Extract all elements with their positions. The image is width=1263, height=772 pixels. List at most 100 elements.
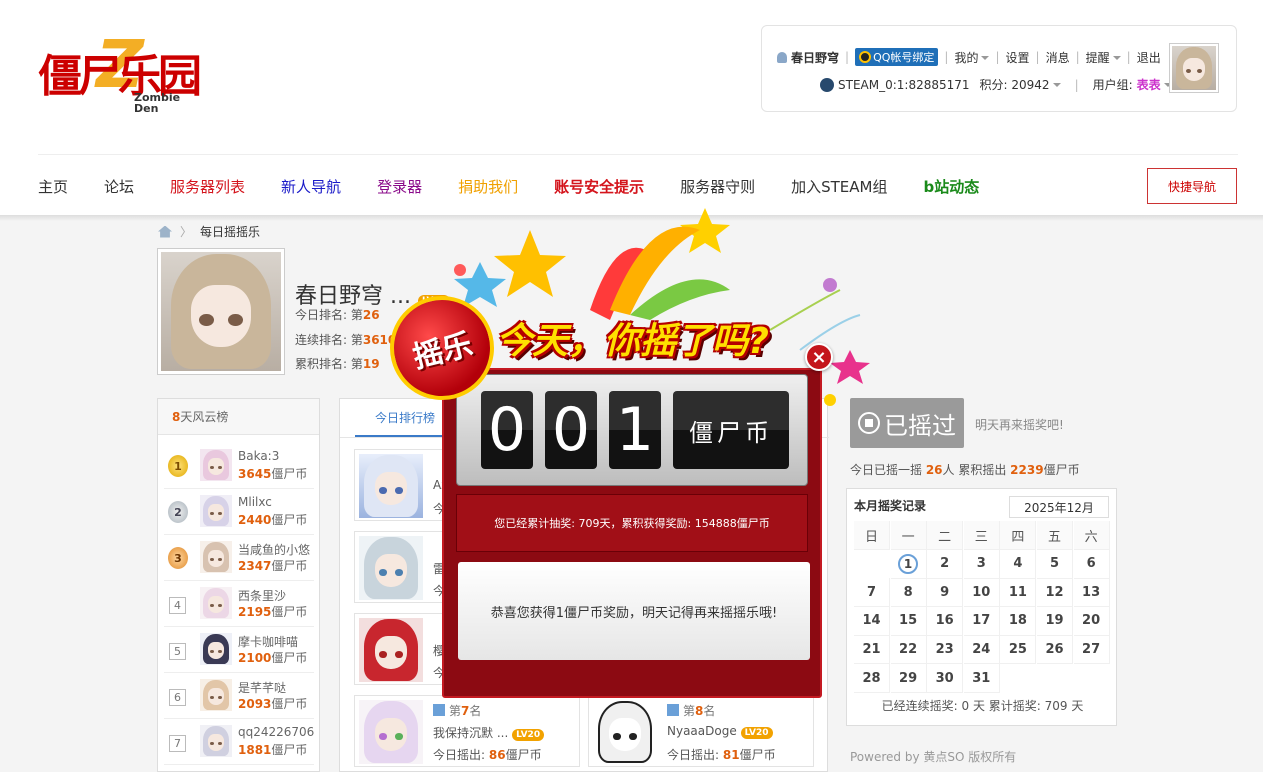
leaderboard-row[interactable]: 7 qq24226706 1881僵尸币: [164, 719, 314, 765]
nav-server-rules[interactable]: 服务器守则: [680, 176, 755, 197]
username-link[interactable]: 春日野穹: [791, 49, 839, 66]
qq-bind-button[interactable]: QQ帐号绑定: [855, 48, 939, 66]
avatar[interactable]: [200, 725, 232, 757]
ranking-card[interactable]: 第7名 我保持沉默 ... LV20 今日摇出: 86僵尸币: [354, 695, 580, 767]
divider: [38, 154, 1238, 155]
calendar-day: 25: [1000, 635, 1037, 665]
leaderboard-title: 8天风云榜: [158, 399, 319, 435]
rank-number: 7: [169, 735, 186, 752]
cumulative-summary: 您已经累计抽奖: 709天，累积获得奖励: 154888僵尸币: [456, 494, 808, 552]
menu-messages[interactable]: 消息: [1046, 49, 1070, 66]
leaderboard-name[interactable]: 摩卡咖啡喵: [238, 633, 298, 650]
rank-pin-icon: [433, 704, 445, 716]
medal-icon: 1: [168, 455, 188, 477]
powered-by: Powered by 黄点SO 版权所有: [850, 750, 1017, 764]
calendar-day: 10: [963, 578, 1000, 608]
level-badge: LV20: [512, 729, 545, 741]
calendar-day: 16: [927, 606, 964, 636]
calendar-day: 14: [854, 606, 890, 636]
leaderboard-row[interactable]: 2 Mlilxc 2440僵尸币: [164, 489, 314, 535]
menu-mine[interactable]: 我的: [954, 49, 990, 66]
calendar-day: 26: [1037, 635, 1073, 665]
home-icon[interactable]: [158, 225, 172, 238]
chevron-right-icon: 〉: [180, 225, 193, 239]
nav-server-list[interactable]: 服务器列表: [170, 176, 245, 197]
calendar-day: 7: [854, 578, 890, 608]
calendar-day: 28: [854, 664, 890, 693]
site-logo[interactable]: Z 僵尸乐园 Zombie Den: [38, 26, 202, 118]
nav-home[interactable]: 主页: [38, 176, 68, 197]
rank-pin-icon: [667, 704, 679, 716]
points-menu[interactable]: 积分: 20942: [980, 76, 1061, 93]
weekday-header: 二: [927, 521, 964, 550]
leaderboard-row[interactable]: 6 是芊芊哒 2093僵尸币: [164, 673, 314, 719]
calendar-day: 8: [890, 578, 927, 608]
menu-logout[interactable]: 退出: [1137, 49, 1161, 66]
calendar-day: 15: [890, 606, 927, 636]
weekday-header: 四: [1000, 521, 1037, 550]
leaderboard-name[interactable]: 是芊芊哒: [238, 679, 286, 696]
avatar[interactable]: [200, 587, 232, 619]
steam-icon: [820, 77, 834, 92]
leaderboard-name[interactable]: Baka:3: [238, 449, 279, 463]
calendar-summary: 已经连续摇奖: 0 天 累计摇奖: 709 天: [881, 699, 1084, 713]
usergroup-menu[interactable]: 表表: [1137, 76, 1172, 93]
today-stats: 今日已摇一摇 26人 累积摇出 2239僵尸币: [850, 463, 1080, 477]
lottery-popup: 0 0 1 僵尸币 您已经累计抽奖: 709天，累积获得奖励: 154888僵尸…: [442, 368, 822, 698]
avatar[interactable]: [200, 679, 232, 711]
weekday-header: 三: [963, 521, 1000, 550]
usergroup-label: 用户组:: [1092, 78, 1133, 92]
avatar[interactable]: [200, 449, 232, 481]
nav-launcher[interactable]: 登录器: [377, 176, 422, 197]
qq-penguin-icon: [859, 51, 872, 63]
leaderboard-name[interactable]: Mlilxc: [238, 495, 272, 509]
leaderboard-coins: 2100僵尸币: [238, 651, 308, 665]
weekday-header: 一: [890, 521, 927, 550]
menu-settings[interactable]: 设置: [1006, 49, 1030, 66]
leaderboard-coins: 1881僵尸币: [238, 743, 308, 757]
user-avatar[interactable]: [1169, 43, 1219, 93]
counter-unit: 僵尸币: [673, 391, 789, 469]
nav-newbie-guide[interactable]: 新人导航: [281, 176, 341, 197]
ranking-card[interactable]: 第8名 NyaaaDoge LV20 今日摇出: 81僵尸币: [588, 695, 814, 767]
nav-join-steam-group[interactable]: 加入STEAM组: [791, 176, 887, 197]
avatar[interactable]: [200, 541, 232, 573]
calendar-day: 3: [963, 549, 1000, 579]
leaderboard-coins: 3645僵尸币: [238, 467, 308, 481]
menu-reminders[interactable]: 提醒: [1086, 49, 1121, 66]
leaderboard-name[interactable]: qq24226706: [238, 725, 314, 739]
logo-subtext: Zombie Den: [134, 91, 181, 115]
leaderboard-row[interactable]: 3 当咸鱼的小悠 2347僵尸币: [164, 535, 314, 581]
leaderboard-row[interactable]: 1 Baka:3 3645僵尸币: [164, 443, 314, 489]
quick-nav-button[interactable]: 快捷导航: [1147, 168, 1237, 204]
avatar[interactable]: [200, 495, 232, 527]
nav-account-security[interactable]: 账号安全提示: [554, 176, 644, 197]
leaderboard-row[interactable]: 4 西条里沙 2195僵尸币: [164, 581, 314, 627]
nav-forum[interactable]: 论坛: [104, 176, 134, 197]
leaderboard-name[interactable]: 西条里沙: [238, 587, 286, 604]
calendar-day: 17: [963, 606, 1000, 636]
steam-id: STEAM_0:1:82885171: [838, 77, 970, 92]
rank-number: 4: [169, 597, 186, 614]
close-button[interactable]: ×: [805, 343, 833, 371]
leaderboard-row[interactable]: 5 摩卡咖啡喵 2100僵尸币: [164, 627, 314, 673]
nav-bilibili[interactable]: b站动态: [924, 176, 980, 197]
leaderboard-panel: 8天风云榜 1 Baka:3 3645僵尸币 2 Mlilxc 2440僵尸币 3 当咸鱼的小…: [157, 398, 320, 772]
calendar-title: 本月摇奖记录: [854, 499, 927, 513]
counter-digit: 0: [481, 391, 533, 469]
leaderboard-coins: 2195僵尸币: [238, 605, 308, 619]
leaderboard-name[interactable]: 当咸鱼的小悠: [238, 541, 310, 558]
level-badge: LV20: [740, 727, 773, 739]
calendar-day: 11: [1000, 578, 1037, 608]
weekday-header: 日: [854, 521, 890, 550]
medal-icon: 2: [168, 501, 188, 523]
calendar-day: 31: [963, 664, 1000, 693]
weekday-header: 六: [1073, 521, 1110, 550]
breadcrumb: 〉 每日摇摇乐: [158, 223, 260, 240]
avatar[interactable]: [200, 633, 232, 665]
profile-avatar[interactable]: [157, 248, 285, 375]
site-header: Z 僵尸乐园 Zombie Den 春日野穹 | QQ帐号绑定 | 我的 | 设…: [0, 0, 1263, 215]
counter-digit: 0: [545, 391, 597, 469]
breadcrumb-current: 每日摇摇乐: [200, 225, 261, 239]
nav-donate[interactable]: 捐助我们: [458, 176, 518, 197]
